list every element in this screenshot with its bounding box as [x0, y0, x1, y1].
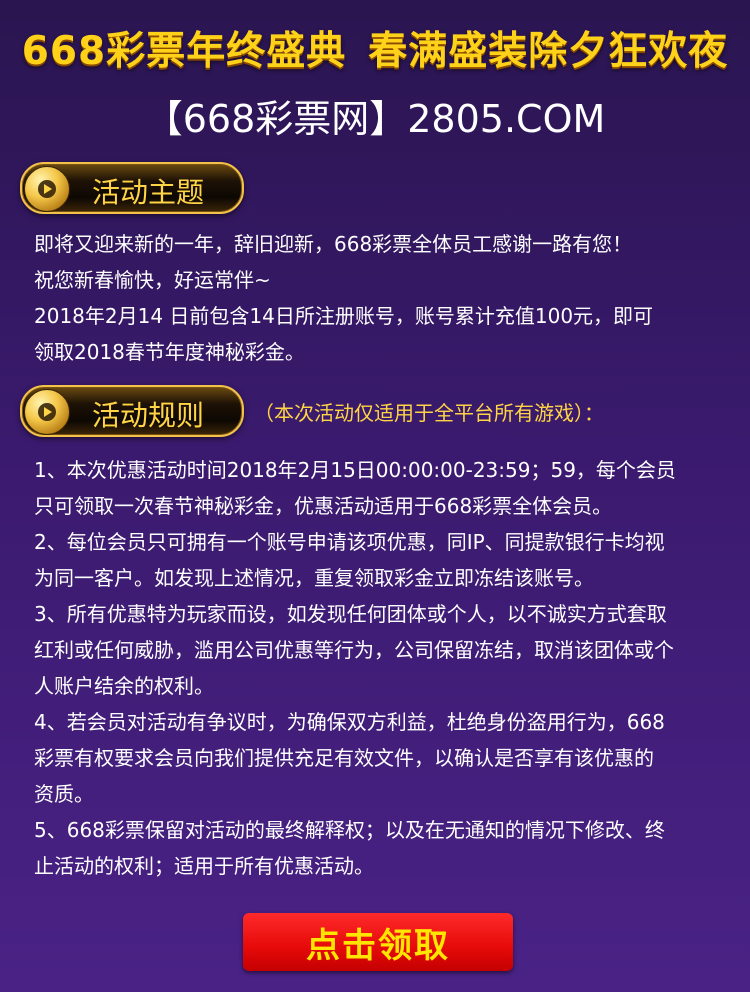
rules-header-label: 活动规则	[92, 399, 205, 432]
theme-paragraph: 即将又迎来新的一年，辞旧迎新，668彩票全体员工感谢一路有您！ 祝您新春愉快，好…	[34, 226, 724, 370]
rule-line: 止活动的权利；适用于所有优惠活动。	[34, 854, 374, 878]
rules-section-header: 活动规则 （本次活动仅适用于全平台所有游戏）：	[20, 385, 604, 437]
banner-title-part1: 668彩票年终盛典	[21, 29, 347, 74]
rule-line: 3、所有优惠特为玩家而设，如发现任何团体或个人，以不诚实方式套取	[34, 602, 667, 626]
play-icon	[24, 166, 70, 212]
rule-line: 1、本次优惠活动时间2018年2月15日00:00:00-23:59；59，每个…	[34, 458, 676, 482]
rules-header-pill: 活动规则	[20, 385, 244, 437]
banner-title: 668彩票年终盛典 春满盛装除夕狂欢夜	[0, 20, 750, 76]
rules-paragraph: 1、本次优惠活动时间2018年2月15日00:00:00-23:59；59，每个…	[34, 452, 724, 884]
theme-line: 2018年2月14 日前包含14日所注册账号，账号累计充值100元，即可	[34, 304, 654, 328]
theme-line: 祝您新春愉快，好运常伴~	[34, 268, 271, 292]
rule-line: 为同一客户。如发现上述情况，重复领取彩金立即冻结该账号。	[34, 566, 594, 590]
banner-title-part2: 春满盛装除夕狂欢夜	[368, 29, 729, 74]
rule-line: 5、668彩票保留对活动的最终解释权；以及在无通知的情况下修改、终	[34, 818, 665, 842]
theme-header-pill: 活动主题	[20, 162, 244, 214]
rule-line: 4、若会员对活动有争议时，为确保双方利益，杜绝身份盗用行为，668	[34, 710, 665, 734]
theme-section-header: 活动主题	[20, 162, 244, 214]
rule-line: 资质。	[34, 782, 94, 806]
theme-header-label: 活动主题	[92, 176, 205, 209]
site-name: 【668彩票网】2805.COM	[144, 97, 606, 141]
rule-line: 只可领取一次春节神秘彩金，优惠活动适用于668彩票全体会员。	[34, 494, 613, 518]
rule-line: 彩票有权要求会员向我们提供充足有效文件，以确认是否享有该优惠的	[34, 746, 654, 770]
rule-line: 人账户结余的权利。	[34, 674, 214, 698]
claim-button[interactable]: 点击领取	[243, 913, 513, 971]
rule-line: 2、每位会员只可拥有一个账号申请该项优惠，同IP、同提款银行卡均视	[34, 530, 665, 554]
theme-line: 领取2018春节年度神秘彩金。	[34, 340, 305, 364]
theme-line: 即将又迎来新的一年，辞旧迎新，668彩票全体员工感谢一路有您！	[34, 232, 633, 256]
claim-button-label: 点击领取	[306, 925, 450, 966]
rules-note: （本次活动仅适用于全平台所有游戏）：	[254, 400, 604, 425]
rule-line: 红利或任何威胁，滥用公司优惠等行为，公司保留冻结，取消该团体或个	[34, 638, 674, 662]
play-icon	[24, 389, 70, 435]
